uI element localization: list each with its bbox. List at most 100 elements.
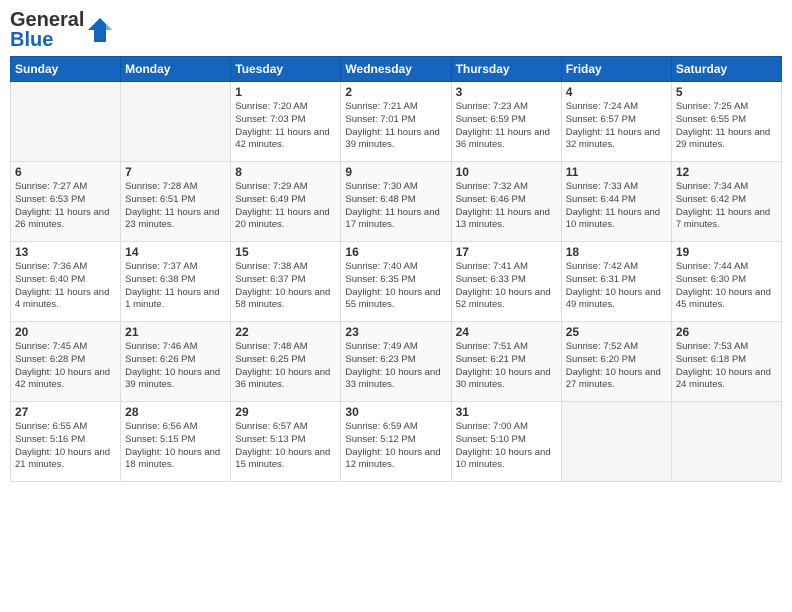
day-info: Sunrise: 7:51 AM Sunset: 6:21 PM Dayligh… [456, 341, 557, 392]
day-number: 1 [235, 85, 336, 99]
day-info: Sunrise: 7:48 AM Sunset: 6:25 PM Dayligh… [235, 341, 336, 392]
day-number: 10 [456, 165, 557, 179]
day-number: 6 [15, 165, 116, 179]
day-info: Sunrise: 6:57 AM Sunset: 5:13 PM Dayligh… [235, 421, 336, 472]
calendar-cell: 15Sunrise: 7:38 AM Sunset: 6:37 PM Dayli… [231, 242, 341, 322]
day-number: 13 [15, 245, 116, 259]
weekday-tuesday: Tuesday [231, 57, 341, 82]
day-number: 19 [676, 245, 777, 259]
calendar-cell: 14 Sunrise: 7:37 AM Sunset: 6:38 PM Dayli… [121, 242, 231, 322]
calendar-cell: 26Sunrise: 7:53 AM Sunset: 6:18 PM Dayli… [671, 322, 781, 402]
calendar-cell: 22 Sunrise: 7:48 AM Sunset: 6:25 PM Dayli… [231, 322, 341, 402]
calendar-body: 1 Sunrise: 7:20 AM Sunset: 7:03 PM Daylig… [11, 82, 782, 482]
calendar-cell: 27 Sunrise: 6:55 AM Sunset: 5:16 PM Dayli… [11, 402, 121, 482]
calendar-cell [671, 402, 781, 482]
day-info: Sunrise: 6:56 AM Sunset: 5:15 PM Dayligh… [125, 421, 226, 472]
day-info: Sunrise: 7:34 AM Sunset: 6:42 PM Dayligh… [676, 181, 777, 232]
calendar-cell: 25 Sunrise: 7:52 AM Sunset: 6:20 PM Dayli… [561, 322, 671, 402]
day-number: 16 [345, 245, 446, 259]
day-number: 17 [456, 245, 557, 259]
day-info: Sunrise: 7:30 AM Sunset: 6:48 PM Dayligh… [345, 181, 446, 232]
day-info: Sunrise: 7:44 AM Sunset: 6:30 PM Dayligh… [676, 261, 777, 312]
weekday-monday: Monday [121, 57, 231, 82]
day-info: Sunrise: 7:36 AM Sunset: 6:40 PM Dayligh… [15, 261, 116, 312]
weekday-header-row: SundayMondayTuesdayWednesdayThursdayFrid… [11, 57, 782, 82]
day-number: 29 [235, 405, 336, 419]
day-number: 28 [125, 405, 226, 419]
day-number: 15 [235, 245, 336, 259]
calendar-cell [561, 402, 671, 482]
day-number: 9 [345, 165, 446, 179]
day-number: 2 [345, 85, 446, 99]
day-info: Sunrise: 7:20 AM Sunset: 7:03 PM Dayligh… [235, 101, 336, 152]
calendar-cell: 21Sunrise: 7:46 AM Sunset: 6:26 PM Dayli… [121, 322, 231, 402]
day-info: Sunrise: 7:25 AM Sunset: 6:55 PM Dayligh… [676, 101, 777, 152]
calendar-cell: 2 Sunrise: 7:21 AM Sunset: 7:01 PM Daylig… [341, 82, 451, 162]
calendar-cell: 20 Sunrise: 7:45 AM Sunset: 6:28 PM Dayli… [11, 322, 121, 402]
day-number: 3 [456, 85, 557, 99]
day-info: Sunrise: 7:00 AM Sunset: 5:10 PM Dayligh… [456, 421, 557, 472]
day-number: 20 [15, 325, 116, 339]
calendar-cell: 10 Sunrise: 7:32 AM Sunset: 6:46 PM Dayli… [451, 162, 561, 242]
day-number: 31 [456, 405, 557, 419]
day-info: Sunrise: 6:55 AM Sunset: 5:16 PM Dayligh… [15, 421, 116, 472]
calendar-cell: 3 Sunrise: 7:23 AM Sunset: 6:59 PM Daylig… [451, 82, 561, 162]
day-info: Sunrise: 7:37 AM Sunset: 6:38 PM Dayligh… [125, 261, 226, 312]
calendar-cell: 8 Sunrise: 7:29 AM Sunset: 6:49 PM Daylig… [231, 162, 341, 242]
calendar-week-4: 27 Sunrise: 6:55 AM Sunset: 5:16 PM Dayli… [11, 402, 782, 482]
calendar-cell: 30 Sunrise: 6:59 AM Sunset: 5:12 PM Dayli… [341, 402, 451, 482]
logo-blue-label: Blue [10, 30, 84, 50]
day-info: Sunrise: 7:40 AM Sunset: 6:35 PM Dayligh… [345, 261, 446, 312]
logo-general-label: General [10, 10, 84, 30]
calendar-cell: 28 Sunrise: 6:56 AM Sunset: 5:15 PM Dayli… [121, 402, 231, 482]
calendar-cell: 6Sunrise: 7:27 AM Sunset: 6:53 PM Daylig… [11, 162, 121, 242]
logo-bird-icon [86, 16, 114, 44]
day-number: 25 [566, 325, 667, 339]
day-number: 23 [345, 325, 446, 339]
day-info: Sunrise: 7:42 AM Sunset: 6:31 PM Dayligh… [566, 261, 667, 312]
calendar-cell: 29 Sunrise: 6:57 AM Sunset: 5:13 PM Dayli… [231, 402, 341, 482]
weekday-wednesday: Wednesday [341, 57, 451, 82]
day-number: 22 [235, 325, 336, 339]
day-number: 27 [15, 405, 116, 419]
day-number: 30 [345, 405, 446, 419]
calendar-cell: 11Sunrise: 7:33 AM Sunset: 6:44 PM Dayli… [561, 162, 671, 242]
calendar-cell: 19 Sunrise: 7:44 AM Sunset: 6:30 PM Dayli… [671, 242, 781, 322]
day-number: 24 [456, 325, 557, 339]
day-info: Sunrise: 7:52 AM Sunset: 6:20 PM Dayligh… [566, 341, 667, 392]
calendar-cell: 5 Sunrise: 7:25 AM Sunset: 6:55 PM Daylig… [671, 82, 781, 162]
calendar-cell: 4 Sunrise: 7:24 AM Sunset: 6:57 PM Daylig… [561, 82, 671, 162]
day-number: 12 [676, 165, 777, 179]
day-number: 18 [566, 245, 667, 259]
day-info: Sunrise: 7:23 AM Sunset: 6:59 PM Dayligh… [456, 101, 557, 152]
day-info: Sunrise: 7:41 AM Sunset: 6:33 PM Dayligh… [456, 261, 557, 312]
calendar-cell: 31 Sunrise: 7:00 AM Sunset: 5:10 PM Dayli… [451, 402, 561, 482]
day-number: 26 [676, 325, 777, 339]
weekday-sunday: Sunday [11, 57, 121, 82]
calendar-cell: 23Sunrise: 7:49 AM Sunset: 6:23 PM Dayli… [341, 322, 451, 402]
calendar-cell: 17 Sunrise: 7:41 AM Sunset: 6:33 PM Dayli… [451, 242, 561, 322]
day-number: 14 [125, 245, 226, 259]
calendar-cell: 9 Sunrise: 7:30 AM Sunset: 6:48 PM Daylig… [341, 162, 451, 242]
day-number: 8 [235, 165, 336, 179]
calendar-cell [121, 82, 231, 162]
day-info: Sunrise: 6:59 AM Sunset: 5:12 PM Dayligh… [345, 421, 446, 472]
day-info: Sunrise: 7:45 AM Sunset: 6:28 PM Dayligh… [15, 341, 116, 392]
calendar-week-1: 6Sunrise: 7:27 AM Sunset: 6:53 PM Daylig… [11, 162, 782, 242]
calendar-cell: 24 Sunrise: 7:51 AM Sunset: 6:21 PM Dayli… [451, 322, 561, 402]
day-info: Sunrise: 7:29 AM Sunset: 6:49 PM Dayligh… [235, 181, 336, 232]
day-info: Sunrise: 7:24 AM Sunset: 6:57 PM Dayligh… [566, 101, 667, 152]
weekday-thursday: Thursday [451, 57, 561, 82]
day-info: Sunrise: 7:32 AM Sunset: 6:46 PM Dayligh… [456, 181, 557, 232]
calendar-cell: 16 Sunrise: 7:40 AM Sunset: 6:35 PM Dayli… [341, 242, 451, 322]
calendar-cell [11, 82, 121, 162]
page-header: General Blue [10, 10, 782, 50]
calendar-cell: 1 Sunrise: 7:20 AM Sunset: 7:03 PM Daylig… [231, 82, 341, 162]
day-number: 7 [125, 165, 226, 179]
day-info: Sunrise: 7:33 AM Sunset: 6:44 PM Dayligh… [566, 181, 667, 232]
day-number: 4 [566, 85, 667, 99]
day-number: 5 [676, 85, 777, 99]
day-info: Sunrise: 7:21 AM Sunset: 7:01 PM Dayligh… [345, 101, 446, 152]
calendar-cell: 13 Sunrise: 7:36 AM Sunset: 6:40 PM Dayli… [11, 242, 121, 322]
weekday-saturday: Saturday [671, 57, 781, 82]
